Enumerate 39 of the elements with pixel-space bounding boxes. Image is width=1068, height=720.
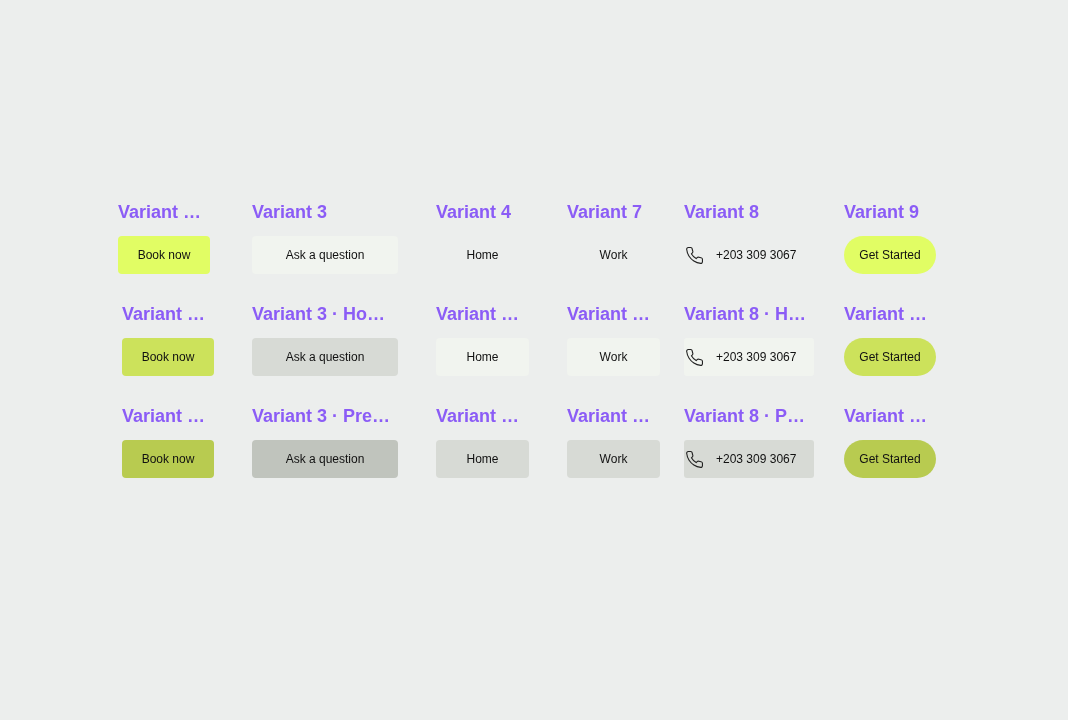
pill-button[interactable]: Get Started: [844, 236, 936, 274]
ghost-button[interactable]: Work: [567, 338, 660, 376]
variant-label: Variant …: [567, 405, 652, 427]
phone-button[interactable]: +203 309 3067: [684, 338, 814, 376]
variant-label: Variant 3 · Ho…: [252, 303, 387, 325]
variant-label: Variant …: [436, 405, 521, 427]
variant-label: Variant …: [844, 303, 929, 325]
pill-button[interactable]: Get Started: [844, 440, 936, 478]
variant-label: Variant 7: [567, 201, 644, 223]
ghost-button[interactable]: Home: [436, 338, 529, 376]
variant-label: Variant …: [122, 405, 207, 427]
primary-button[interactable]: Book now: [122, 440, 214, 478]
phone-button[interactable]: +203 309 3067: [684, 236, 814, 274]
variant-label: Variant 3: [252, 201, 329, 223]
phone-icon: [686, 348, 703, 366]
variant-label: Variant 8 · P…: [684, 405, 807, 427]
variant-label: Variant 4: [436, 201, 513, 223]
phone-button[interactable]: +203 309 3067: [684, 440, 814, 478]
phone-icon: [686, 246, 703, 264]
primary-button[interactable]: Book now: [118, 236, 210, 274]
variant-label: Variant …: [436, 303, 521, 325]
variant-label: Variant …: [844, 405, 929, 427]
variant-label: Variant …: [118, 201, 203, 223]
primary-button[interactable]: Book now: [122, 338, 214, 376]
pill-button[interactable]: Get Started: [844, 338, 936, 376]
ghost-button[interactable]: Work: [567, 440, 660, 478]
ghost-button[interactable]: Home: [436, 236, 529, 274]
variant-label: Variant 8 · H…: [684, 303, 808, 325]
variant-label: Variant …: [567, 303, 652, 325]
ghost-button[interactable]: Work: [567, 236, 660, 274]
secondary-button[interactable]: Ask a question: [252, 338, 398, 376]
secondary-button[interactable]: Ask a question: [252, 236, 398, 274]
variant-label: Variant 8: [684, 201, 761, 223]
variant-label: Variant 9: [844, 201, 921, 223]
phone-icon: [686, 450, 703, 468]
variant-label: Variant 3 · Pre…: [252, 405, 392, 427]
variant-label: Variant …: [122, 303, 207, 325]
secondary-button[interactable]: Ask a question: [252, 440, 398, 478]
ghost-button[interactable]: Home: [436, 440, 529, 478]
